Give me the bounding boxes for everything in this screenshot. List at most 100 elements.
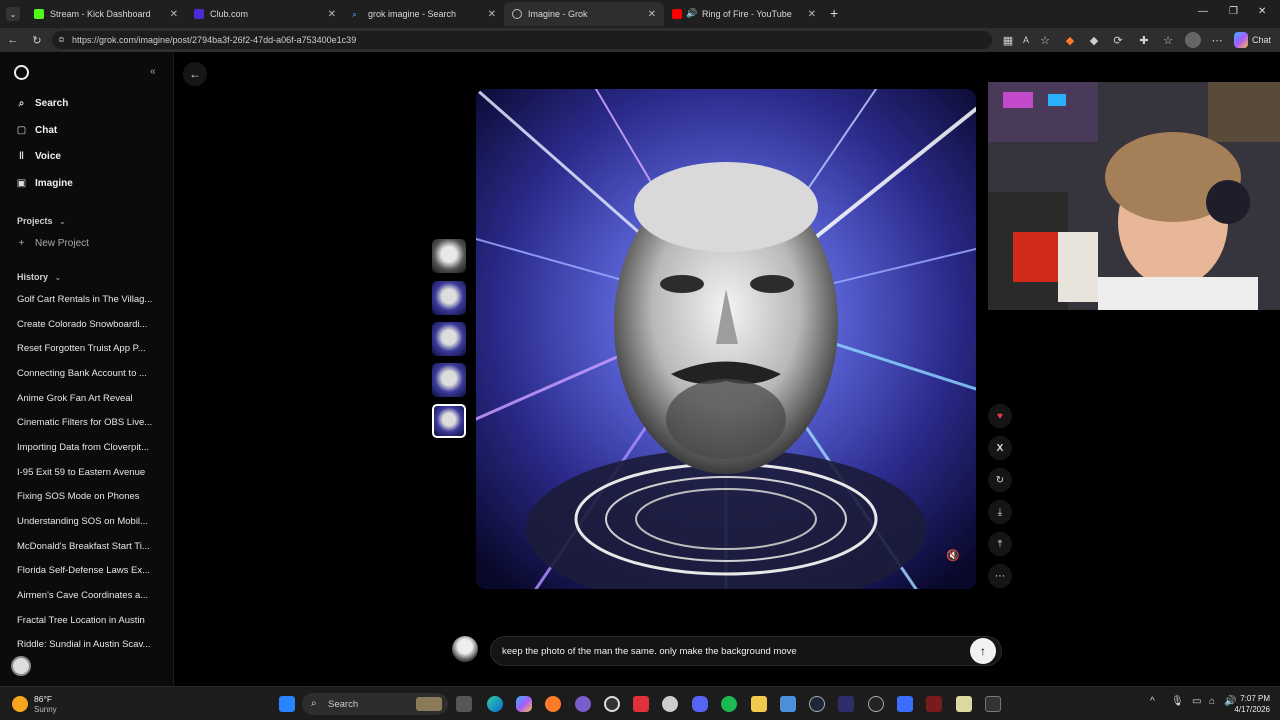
extension-icon[interactable]: ◆ [1086,32,1102,48]
image-thumbnail[interactable] [432,281,466,315]
close-window-icon[interactable]: ✕ [1258,6,1266,17]
download-button[interactable]: ⤓ [988,500,1012,524]
new-project-button[interactable]: + New Project [16,238,89,249]
itunes-icon[interactable] [662,696,678,712]
chevron-up-icon[interactable]: ^ [1150,696,1155,707]
site-info-icon[interactable]: ⊜ [58,35,65,44]
nav-imagine[interactable]: ▣ Imagine [16,178,73,189]
history-item[interactable]: Create Colorado Snowboardi... [17,319,153,330]
history-item[interactable]: Airmen's Cave Coordinates a... [17,590,153,601]
image-thumbnail[interactable] [432,322,466,356]
nav-chat[interactable]: ▢ Chat [16,125,57,136]
history-item[interactable]: Understanding SOS on Mobil... [17,516,153,527]
close-icon[interactable]: ✕ [170,9,178,20]
url-bar[interactable]: ⊜ https://grok.com/imagine/post/2794ba3f… [52,31,992,49]
tab-imagine-grok[interactable]: Imagine - Grok ✕ [504,2,664,26]
more-icon[interactable]: ⋯ [1209,32,1225,48]
split-screen-icon[interactable]: ☆ [1160,32,1176,48]
extension-icon[interactable]: ◆ [1062,32,1078,48]
image-thumbnail[interactable] [432,363,466,397]
avatar[interactable] [452,636,478,662]
collapse-sidebar-icon[interactable]: « [150,66,156,77]
history-item[interactable]: I-95 Exit 59 to Eastern Avenue [17,467,153,478]
reader-icon[interactable]: ▦ [1000,32,1016,48]
back-icon[interactable]: ← [5,32,21,48]
history-item[interactable]: Fixing SOS Mode on Phones [17,491,153,502]
clock-date[interactable]: 4/17/2026 [1224,705,1270,714]
taskbar-search[interactable]: ⌕ Search [302,693,448,715]
share-x-button[interactable]: X [988,436,1012,460]
avatar[interactable] [11,656,31,676]
weather-temp[interactable]: 86°F [34,694,52,704]
history-item[interactable]: Florida Self-Defense Laws Ex... [17,565,153,576]
extensions-icon[interactable]: ✚ [1136,32,1152,48]
clock-time[interactable]: 7:07 PM [1232,694,1270,703]
refresh-icon[interactable]: ↻ [29,32,45,48]
speaker-icon[interactable]: 🔊 [686,8,697,19]
discord-icon[interactable] [692,696,708,712]
file-explorer-icon[interactable] [751,696,767,712]
new-tab-icon[interactable]: + [830,5,838,21]
restore-icon[interactable]: ❐ [1229,6,1238,17]
app-icon[interactable] [897,696,913,712]
generated-image[interactable]: 🔇 [476,89,976,589]
nav-search[interactable]: ⌕ Search [16,98,69,109]
read-aloud-icon[interactable]: A [1018,32,1034,48]
app-icon[interactable] [868,696,884,712]
image-thumbnail[interactable] [432,239,466,273]
muted-speaker-icon[interactable]: 🔇 [946,549,960,562]
history-header[interactable]: History ⌄ [17,272,61,282]
tab-kick-dashboard[interactable]: Stream - Kick Dashboard ✕ [26,2,186,26]
more-options-button[interactable]: ⋯ [988,564,1012,588]
close-icon[interactable]: ✕ [648,9,656,20]
app-icon[interactable] [926,696,942,712]
send-button[interactable]: ↑ [970,638,996,664]
favorite-icon[interactable]: ☆ [1037,32,1053,48]
chat-label[interactable]: Chat [1252,35,1271,45]
obs-icon[interactable] [604,696,620,712]
history-item[interactable]: McDonald's Breakfast Start Ti... [17,541,153,552]
app-icon[interactable] [575,696,591,712]
history-item[interactable]: Connecting Bank Account to ... [17,368,153,379]
nav-voice[interactable]: ‖ Voice [16,151,61,162]
app-icon[interactable] [780,696,796,712]
app-icon[interactable] [985,696,1001,712]
spotify-icon[interactable] [721,696,737,712]
steam-icon[interactable] [809,696,825,712]
tab-youtube[interactable]: 🔊 Ring of Fire - YouTube ✕ [664,2,824,26]
tab-list-chevron-icon[interactable]: ⌄ [6,7,20,21]
tab-grok-search[interactable]: ⌕ grok imagine - Search ✕ [344,2,504,26]
history-item[interactable]: Riddle: Sundial in Austin Scav... [17,639,153,650]
history-item[interactable]: Reset Forgotten Truist App P... [17,343,153,354]
close-icon[interactable]: ✕ [328,9,336,20]
minimize-icon[interactable]: — [1198,6,1208,17]
copilot-icon[interactable] [516,696,532,712]
projects-header[interactable]: Projects ⌄ [17,216,66,226]
history-item[interactable]: Anime Grok Fan Art Reveal [17,393,153,404]
regenerate-button[interactable]: ↻ [988,468,1012,492]
display-icon[interactable]: ▭ [1192,696,1201,707]
task-view-icon[interactable] [456,696,472,712]
history-item[interactable]: Golf Cart Rentals in The Villag... [17,294,153,305]
close-icon[interactable]: ✕ [488,9,496,20]
grok-logo-icon[interactable] [14,65,29,80]
weather-icon[interactable] [12,696,28,712]
network-icon[interactable]: ⌂ [1209,696,1215,707]
image-thumbnail-selected[interactable] [432,404,466,438]
app-icon[interactable] [956,696,972,712]
back-button[interactable]: ← [183,62,207,86]
extension-icon[interactable]: ⟳ [1110,32,1126,48]
like-button[interactable]: ♥ [988,404,1012,428]
app-icon[interactable] [633,696,649,712]
tab-club[interactable]: Club.com ✕ [186,2,344,26]
close-icon[interactable]: ✕ [808,9,816,20]
avatar[interactable] [1185,32,1201,48]
share-button[interactable]: ⤒ [988,532,1012,556]
history-item[interactable]: Importing Data from Cloverpit... [17,442,153,453]
edge-icon[interactable] [487,696,503,712]
windows-start-icon[interactable] [279,696,295,712]
microphone-icon[interactable]: 🎙 [1171,696,1184,707]
firefox-icon[interactable] [545,696,561,712]
history-item[interactable]: Cinematic Filters for OBS Live... [17,417,153,428]
prompt-input[interactable]: keep the photo of the man the same. only… [490,636,1002,666]
